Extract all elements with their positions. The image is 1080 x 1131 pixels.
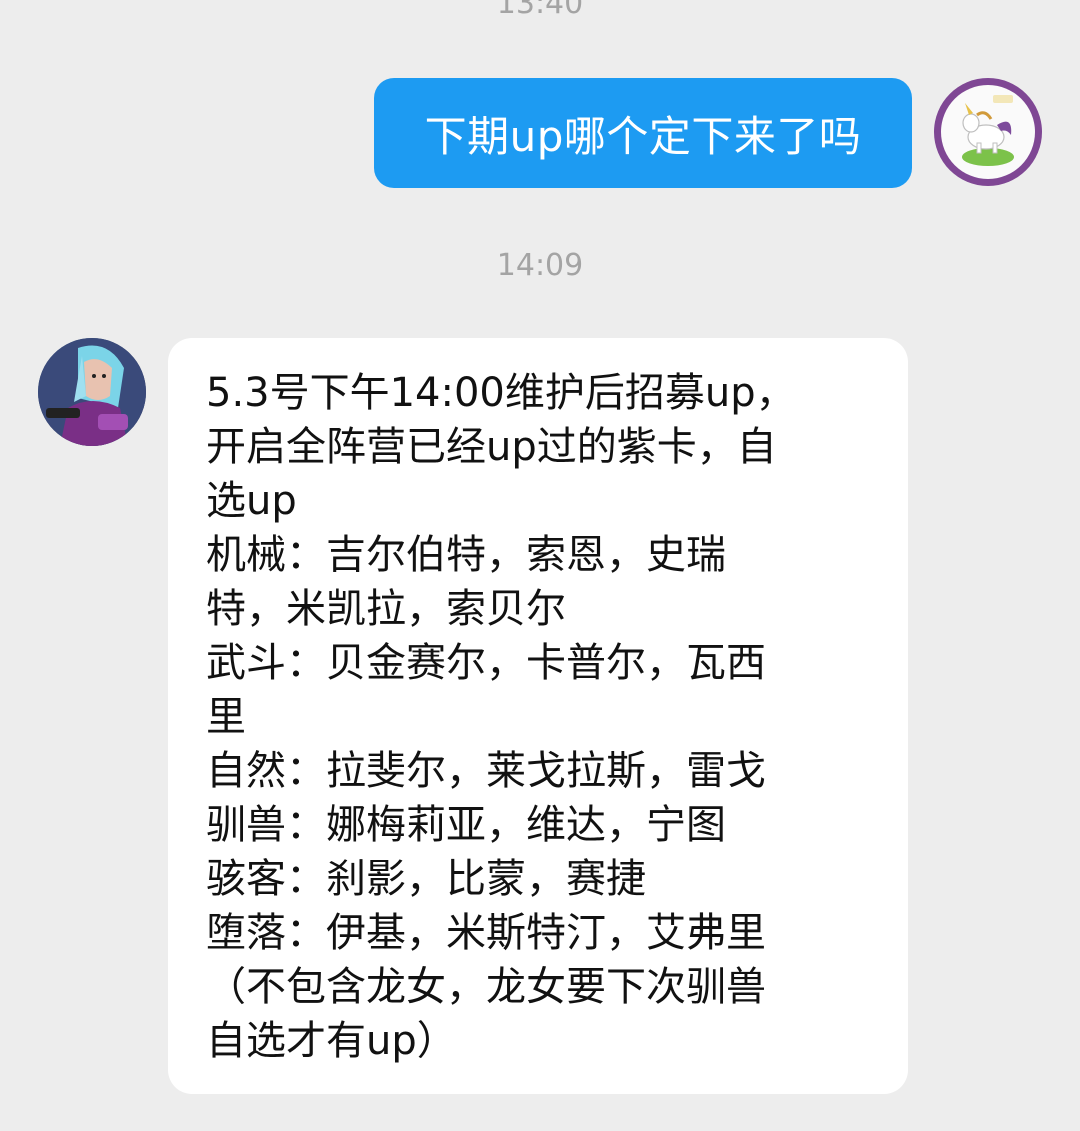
outgoing-message-bubble[interactable]: 下期up哪个定下来了吗	[374, 78, 912, 188]
incoming-message-bubble[interactable]: 5.3号下午14:00维护后招募up， 开启全阵营已经up过的紫卡，自 选up …	[168, 338, 908, 1094]
unicorn-avatar-icon	[941, 85, 1035, 179]
message-line: 武斗：贝金赛尔，卡普尔，瓦西	[206, 640, 766, 686]
contact-avatar[interactable]	[38, 338, 146, 446]
message-line: 骇客：刹影，比蒙，赛捷	[206, 856, 646, 902]
message-line: 堕落：伊基，米斯特汀，艾弗里	[206, 910, 766, 956]
outgoing-message-text: 下期up哪个定下来了吗	[424, 111, 862, 161]
cyber-girl-avatar-icon	[38, 338, 146, 446]
self-avatar[interactable]	[934, 78, 1042, 186]
message-line: 特，米凯拉，索贝尔	[206, 586, 566, 632]
message-line: 选up	[206, 478, 297, 524]
timestamp-middle: 14:09	[496, 248, 584, 283]
message-line: 机械：吉尔伯特，索恩，史瑞	[206, 532, 726, 578]
message-line: 开启全阵营已经up过的紫卡，自	[206, 424, 777, 470]
message-line: 里	[206, 694, 246, 740]
message-line: 驯兽：娜梅莉亚，维达，宁图	[206, 802, 726, 848]
message-line: （不包含龙女，龙女要下次驯兽	[206, 964, 766, 1010]
message-line: 自然：拉斐尔，莱戈拉斯，雷戈	[206, 748, 766, 794]
timestamp-top: 13:40	[496, 0, 584, 21]
message-line: 自选才有up）	[206, 1018, 457, 1064]
message-line: 5.3号下午14:00维护后招募up，	[206, 370, 796, 416]
